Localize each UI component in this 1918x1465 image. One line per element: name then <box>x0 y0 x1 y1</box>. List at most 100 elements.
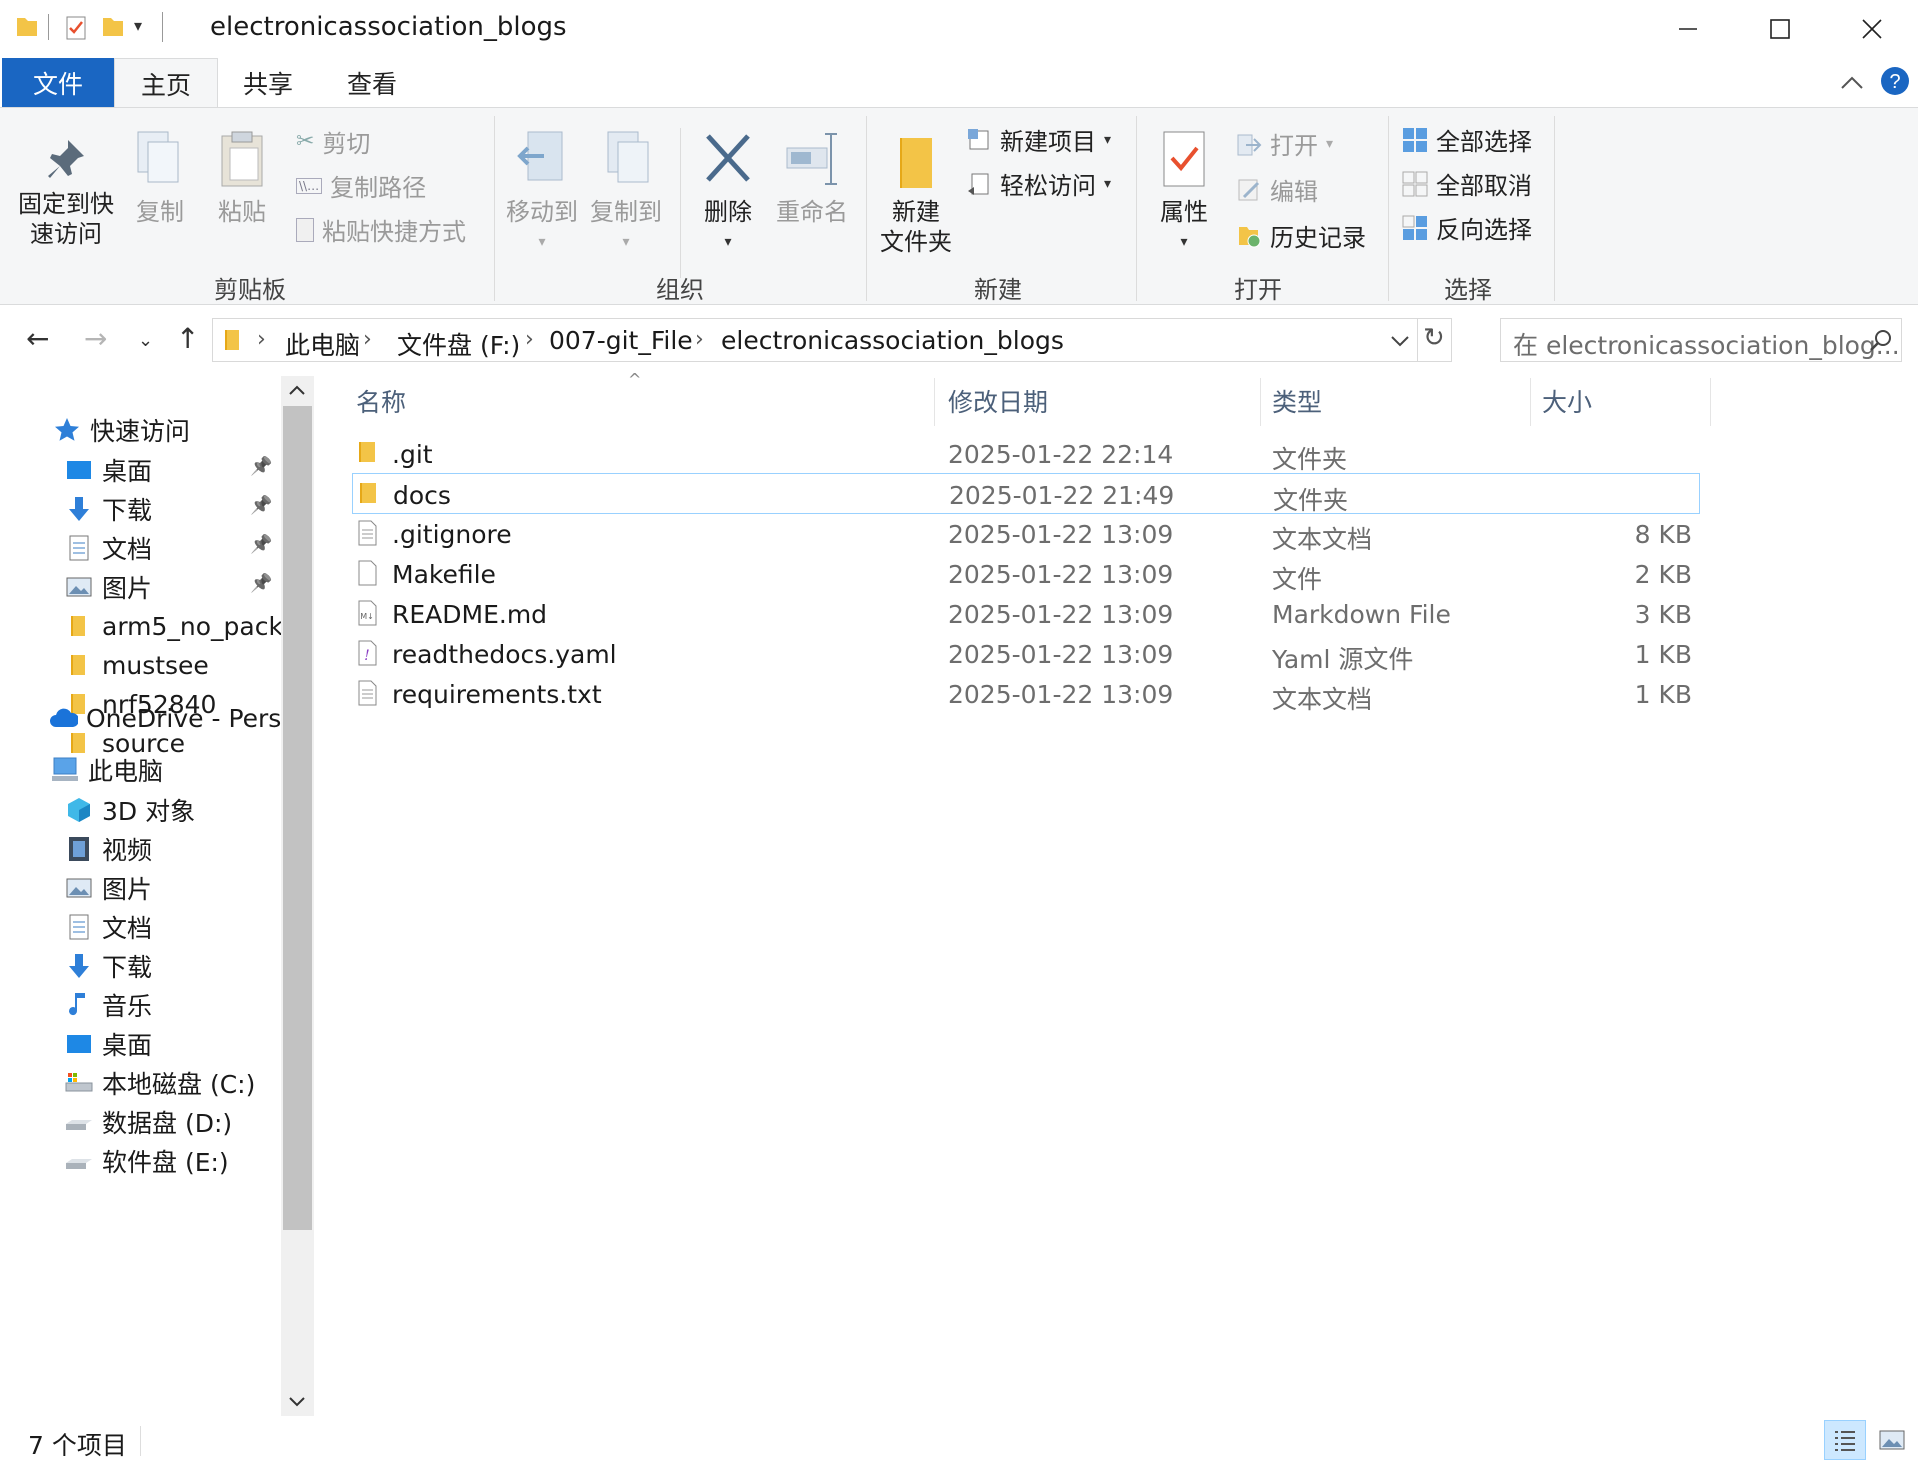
scroll-up-icon[interactable] <box>287 382 307 398</box>
tab-share[interactable]: 共享 <box>218 58 318 108</box>
edit-button[interactable]: 编辑 <box>1236 172 1318 207</box>
new-folder-button[interactable]: 新建 文件夹 <box>874 128 958 257</box>
nav-onedrive[interactable]: OneDrive - Persc <box>48 698 295 738</box>
refresh-icon[interactable]: ↻ <box>1423 323 1445 353</box>
history-button[interactable]: 历史记录 <box>1236 218 1366 253</box>
select-all-button[interactable]: 全部选择 <box>1402 122 1532 157</box>
nav-this-pc-item[interactable]: 下载 <box>64 946 152 986</box>
pictures-icon <box>64 873 94 903</box>
nav-quick-access-item[interactable]: arm5_no_packs <box>64 606 296 646</box>
nav-quick-access-item[interactable]: 图片 <box>64 567 152 607</box>
nav-quick-access-item[interactable]: 下载 <box>64 489 152 529</box>
nav-this-pc-item[interactable]: 视频 <box>64 829 152 869</box>
nav-this-pc-item[interactable]: 数据盘 (D:) <box>64 1102 232 1142</box>
address-dropdown-icon[interactable] <box>1389 331 1411 351</box>
nav-this-pc[interactable]: 此电脑 <box>50 750 163 790</box>
easy-access-button[interactable]: 轻松访问 ▾ <box>966 166 1111 201</box>
easy-access-label: 轻松访问 <box>1000 172 1096 200</box>
maximize-button[interactable] <box>1734 0 1826 58</box>
collapse-ribbon-icon[interactable] <box>1838 70 1866 94</box>
tab-file[interactable]: 文件 <box>2 58 114 108</box>
nav-this-pc-item[interactable]: 图片 <box>64 868 152 908</box>
divider[interactable] <box>1710 378 1711 426</box>
nav-quick-access-item[interactable]: 文档 <box>64 528 152 568</box>
select-all-label: 全部选择 <box>1436 128 1532 156</box>
new-item-button[interactable]: 新建项目 ▾ <box>966 122 1111 157</box>
properties-dropdown-icon: ▾ <box>1180 234 1188 250</box>
file-row[interactable]: Makefile 2025-01-22 13:09 文件 2 KB <box>352 553 1700 594</box>
search-box[interactable]: 在 electronicassociation_blog... <box>1500 318 1902 362</box>
column-header-modified[interactable]: 修改日期 <box>948 383 1048 419</box>
open-button[interactable]: 打开 ▾ <box>1236 126 1333 161</box>
close-button[interactable] <box>1826 0 1918 58</box>
scrollbar-thumb[interactable] <box>283 406 312 1230</box>
pin-to-quick-access-button[interactable]: 固定到快 速访问 <box>10 134 122 249</box>
recent-locations-chevron-icon[interactable]: ⌄ <box>138 330 153 351</box>
nav-quick-access[interactable]: 快速访问 <box>52 410 190 450</box>
details-view-button[interactable] <box>1824 1420 1866 1460</box>
nav-this-pc-item[interactable]: 软件盘 (E:) <box>64 1141 229 1181</box>
invert-selection-button[interactable]: 反向选择 <box>1402 210 1532 245</box>
cut-button[interactable]: ✂ 剪切 <box>296 124 370 159</box>
forward-arrow-icon[interactable]: → <box>84 322 107 355</box>
paste-shortcut-button[interactable]: 粘贴快捷方式 <box>296 212 466 247</box>
properties-button[interactable]: 属性 ▾ <box>1146 128 1222 257</box>
file-row[interactable]: requirements.txt 2025-01-22 13:09 文本文档 1 KB <box>352 673 1700 714</box>
column-header-type[interactable]: 类型 <box>1272 383 1322 419</box>
svg-text:!: ! <box>364 648 370 664</box>
minimize-button[interactable] <box>1642 0 1734 58</box>
breadcrumb-this-pc[interactable]: 此电脑 <box>285 326 360 362</box>
search-icon[interactable] <box>1869 328 1893 352</box>
divider[interactable] <box>1530 378 1531 426</box>
nav-this-pc-item[interactable]: 桌面 <box>64 1024 152 1064</box>
tab-view[interactable]: 查看 <box>322 58 422 108</box>
file-row[interactable]: ! readthedocs.yaml 2025-01-22 13:09 Yaml 源文… <box>352 633 1700 674</box>
file-row[interactable]: .gitignore 2025-01-22 13:09 文本文档 8 KB <box>352 513 1700 554</box>
copy-to-button[interactable]: 复制到 ▾ <box>588 128 664 257</box>
breadcrumb-separator-icon[interactable]: › <box>695 327 704 352</box>
nav-this-pc-item[interactable]: 本地磁盘 (C:) <box>64 1063 255 1103</box>
divider[interactable] <box>934 378 935 426</box>
breadcrumb-separator-icon[interactable]: › <box>363 327 372 352</box>
nav-quick-access-item[interactable]: 桌面 <box>64 450 152 490</box>
large-icons-view-button[interactable] <box>1872 1420 1912 1460</box>
properties-check-icon <box>1163 131 1205 187</box>
computer-icon <box>50 755 80 785</box>
column-header-size[interactable]: 大小 <box>1542 383 1592 419</box>
nav-this-pc-item[interactable]: 音乐 <box>64 985 152 1025</box>
nav-quick-access-item[interactable]: mustsee <box>64 645 209 685</box>
local-disk-icon <box>64 1068 94 1098</box>
tab-home[interactable]: 主页 <box>114 58 218 109</box>
rename-button[interactable]: 重命名 <box>774 128 850 227</box>
address-bar[interactable]: › 此电脑 › 文件盘 (F:) › 007-git_File › electr… <box>212 318 1452 362</box>
breadcrumb-drive-f[interactable]: 文件盘 (F:) <box>397 326 520 362</box>
properties-quick-icon[interactable] <box>62 14 90 42</box>
copy-button[interactable]: 复制 <box>130 128 190 227</box>
file-row[interactable]: docs 2025-01-22 21:49 文件夹 <box>352 473 1700 515</box>
properties-label: 属性 <box>1160 198 1208 226</box>
delete-button[interactable]: 删除 ▾ <box>692 128 764 257</box>
breadcrumb-separator-icon[interactable]: › <box>525 327 534 352</box>
breadcrumb-git-file[interactable]: 007-git_File <box>549 326 693 355</box>
navigation-scrollbar[interactable] <box>281 376 314 1416</box>
breadcrumb-separator-icon[interactable]: › <box>257 327 266 352</box>
column-header-name[interactable]: 名称 <box>356 383 406 419</box>
file-row[interactable]: .git 2025-01-22 22:14 文件夹 <box>352 433 1700 474</box>
move-to-button[interactable]: 移动到 ▾ <box>504 128 580 257</box>
nav-this-pc-item[interactable]: 文档 <box>64 907 152 947</box>
copy-path-button[interactable]: \\… 复制路径 <box>296 168 426 203</box>
up-arrow-icon[interactable]: ↑ <box>176 322 199 355</box>
breadcrumb-current-folder[interactable]: electronicassociation_blogs <box>721 326 1064 355</box>
scroll-down-icon[interactable] <box>287 1394 307 1410</box>
file-modified: 2025-01-22 21:49 <box>949 481 1175 510</box>
customize-quick-access-icon[interactable]: ▾ <box>134 16 142 35</box>
nav-this-pc-item[interactable]: 3D 对象 <box>64 790 195 830</box>
select-none-button[interactable]: 全部取消 <box>1402 166 1532 201</box>
divider[interactable] <box>1260 378 1261 426</box>
file-row[interactable]: M↓ README.md 2025-01-22 13:09 Markdown File… <box>352 593 1700 634</box>
maximize-icon <box>1770 19 1790 39</box>
back-arrow-icon[interactable]: ← <box>26 322 49 355</box>
new-folder-quick-icon[interactable] <box>100 14 126 40</box>
help-icon[interactable]: ? <box>1880 66 1910 96</box>
paste-button[interactable]: 粘贴 <box>212 128 272 227</box>
